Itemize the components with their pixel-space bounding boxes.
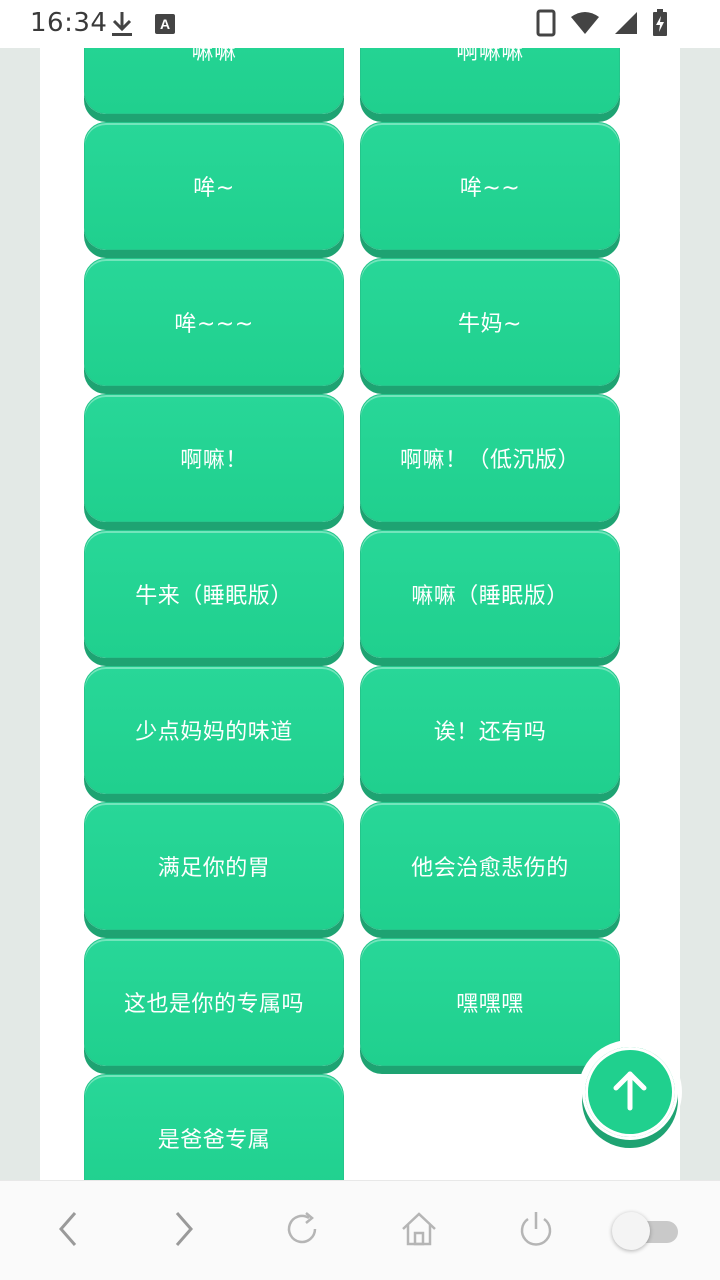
sound-button[interactable]: 哞~: [84, 122, 344, 250]
sound-button[interactable]: 啊嘛！: [84, 394, 344, 522]
status-bar: 16:34 A: [0, 0, 720, 48]
refresh-icon: [282, 1209, 322, 1253]
phone-icon: [536, 9, 556, 41]
sound-button[interactable]: 他会治愈悲伤的: [360, 802, 620, 930]
home-button[interactable]: [397, 1209, 441, 1253]
wifi-icon: [570, 11, 600, 39]
sound-button[interactable]: 诶！还有吗: [360, 666, 620, 794]
sound-board-panel: 嘛嘛 啊嘛嘛 哞~ 哞~~ 哞~~~ 牛妈~ 啊嘛！ 啊嘛！（低沉版） 牛来（睡…: [40, 48, 680, 1180]
sound-button-grid: 嘛嘛 啊嘛嘛 哞~ 哞~~ 哞~~~ 牛妈~ 啊嘛！ 啊嘛！（低沉版） 牛来（睡…: [84, 48, 620, 1180]
status-time: 16:34: [30, 8, 108, 38]
sound-button[interactable]: 哞~~~: [84, 258, 344, 386]
sound-button[interactable]: 哞~~: [360, 122, 620, 250]
refresh-button[interactable]: [280, 1209, 324, 1253]
toggle-knob: [612, 1212, 650, 1250]
battery-charging-icon: [652, 9, 668, 41]
sound-button[interactable]: 嘿嘿嘿: [360, 938, 620, 1066]
sound-button[interactable]: 嘛嘛: [84, 48, 344, 114]
status-left-icons: A: [110, 10, 176, 42]
bottom-nav-bar: [0, 1180, 720, 1280]
status-right-icons: [536, 9, 668, 41]
signal-icon: [614, 11, 638, 39]
sound-button[interactable]: 是爸爸专属: [84, 1074, 344, 1180]
sound-button[interactable]: 牛来（睡眠版）: [84, 530, 344, 658]
sound-button[interactable]: 嘛嘛（睡眠版）: [360, 530, 620, 658]
sound-button[interactable]: 满足你的胃: [84, 802, 344, 930]
scroll-to-top-button[interactable]: [582, 1044, 678, 1140]
back-button[interactable]: [46, 1209, 90, 1253]
forward-icon: [169, 1209, 199, 1253]
home-icon: [399, 1209, 439, 1253]
download-icon: [110, 10, 134, 42]
power-icon: [516, 1209, 556, 1253]
toggle-switch[interactable]: [612, 1211, 678, 1251]
sound-button[interactable]: 牛妈~: [360, 258, 620, 386]
sound-button[interactable]: 啊嘛嘛: [360, 48, 620, 114]
sound-button[interactable]: 啊嘛！（低沉版）: [360, 394, 620, 522]
back-icon: [53, 1209, 83, 1253]
arrow-up-icon: [610, 1068, 650, 1116]
a-text-icon: A: [154, 13, 176, 39]
sound-button[interactable]: 这也是你的专属吗: [84, 938, 344, 1066]
forward-button[interactable]: [162, 1209, 206, 1253]
svg-text:A: A: [160, 16, 170, 32]
power-button[interactable]: [514, 1209, 558, 1253]
sound-button[interactable]: 少点妈妈的味道: [84, 666, 344, 794]
